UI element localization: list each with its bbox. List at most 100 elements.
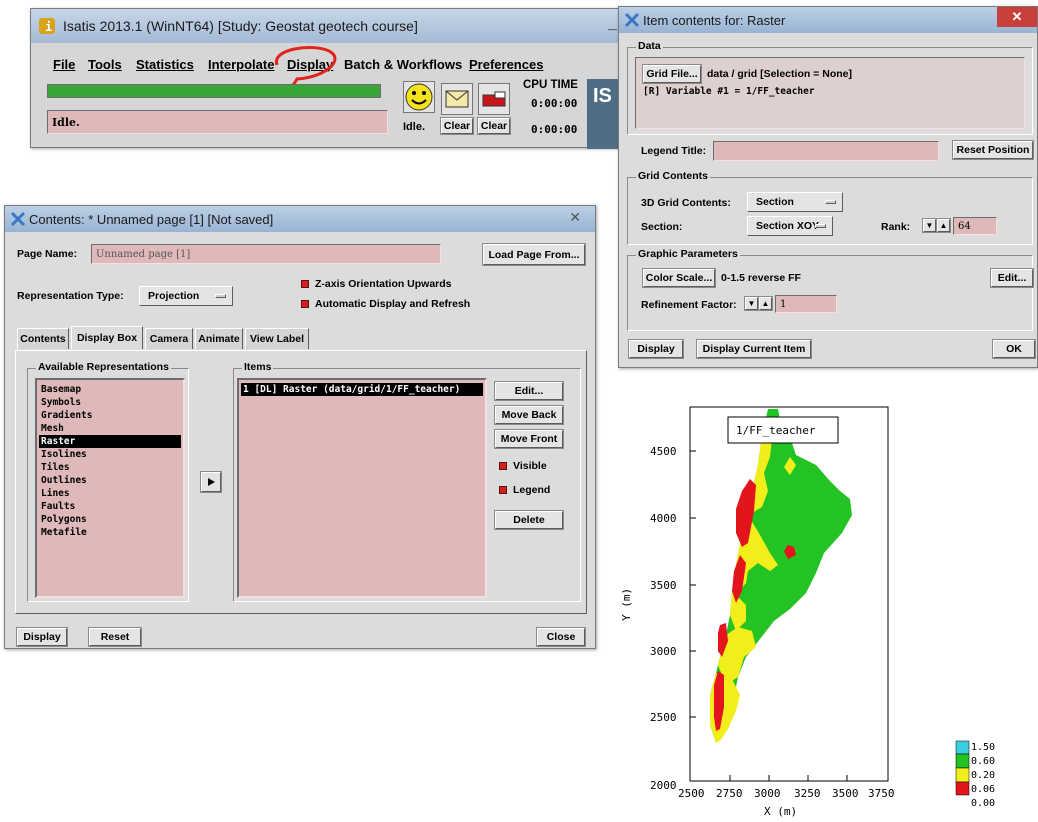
x-tick-label: 3000 (754, 787, 781, 800)
grid-file-text: data / grid [Selection = None] (707, 68, 852, 80)
rank-label: Rank: (881, 221, 911, 233)
item-window-titlebar[interactable]: Item contents for: Raster ✕ (619, 7, 1037, 33)
menu-interpolate[interactable]: Interpolate (208, 57, 274, 72)
legend-swatch-cyan (955, 740, 970, 755)
list-item[interactable]: Tiles (39, 461, 181, 474)
refinement-up-button[interactable]: ▲ (758, 296, 773, 311)
add-item-arrow-button[interactable] (200, 471, 222, 493)
list-item[interactable]: Symbols (39, 396, 181, 409)
y-tick-label: 4500 (650, 445, 677, 458)
legend-swatch-red (955, 781, 970, 796)
delete-item-button[interactable]: Delete (494, 510, 564, 530)
item-close-button[interactable]: ✕ (997, 7, 1037, 27)
menu-preferences[interactable]: Preferences (469, 57, 543, 72)
load-page-button[interactable]: Load Page From... (482, 243, 586, 266)
move-front-button[interactable]: Move Front (494, 429, 564, 449)
x-tick-label: 3250 (794, 787, 821, 800)
list-item[interactable]: Metafile (39, 526, 181, 539)
raster-map-svg: 1/FF_teacher 4500 4000 3500 3000 2500 20… (620, 406, 995, 818)
legend-title-label: Legend Title: (641, 145, 707, 157)
auto-display-checkbox[interactable]: Automatic Display and Refresh (301, 298, 470, 310)
x-axis-label: X (m) (764, 805, 797, 818)
tab-view-label[interactable]: View Label (245, 328, 309, 349)
list-item[interactable]: Outlines (39, 474, 181, 487)
menu-tools[interactable]: Tools (88, 57, 122, 72)
contents-window: Contents: * Unnamed page [1] [Not saved]… (4, 205, 596, 649)
contents-window-titlebar[interactable]: Contents: * Unnamed page [1] [Not saved]… (5, 206, 595, 232)
close-button[interactable]: Close (536, 627, 586, 647)
list-item-selected[interactable]: 1 [DL] Raster (data/grid/1/FF_teacher) (241, 383, 483, 396)
contents-close-icon[interactable]: ✕ (569, 209, 581, 226)
cpu-time-value-2: 0:00:00 (531, 123, 578, 136)
color-scale-button[interactable]: Color Scale... (642, 268, 716, 288)
section-select[interactable]: Section XOY (747, 216, 833, 236)
section-label: Section: (641, 221, 683, 233)
refinement-factor-label: Refinement Factor: (641, 299, 737, 311)
page-name-label: Page Name: (17, 248, 78, 260)
clear-cpu-button[interactable]: Clear (477, 117, 511, 135)
visible-checkbox[interactable]: Visible (499, 460, 547, 472)
grid-file-button[interactable]: Grid File... (642, 64, 702, 84)
grid3d-select[interactable]: Section (747, 192, 843, 212)
x-tick-label: 2750 (716, 787, 743, 800)
item-display-button[interactable]: Display (628, 339, 684, 359)
erase-icon[interactable] (478, 83, 510, 115)
list-item[interactable]: Polygons (39, 513, 181, 526)
grid3d-label: 3D Grid Contents: (641, 197, 731, 209)
mail-icon[interactable] (441, 83, 473, 115)
representation-type-select[interactable]: Projection (139, 286, 233, 306)
minimize-button[interactable]: _ (608, 15, 617, 33)
list-item[interactable]: Basemap (39, 383, 181, 396)
y-tick-label: 4000 (650, 512, 677, 525)
map-title: 1/FF_teacher (736, 424, 816, 437)
legend-swatch-green (955, 753, 970, 769)
reset-position-button[interactable]: Reset Position (952, 140, 1034, 160)
tab-contents[interactable]: Contents (17, 328, 69, 349)
ok-button[interactable]: OK (992, 339, 1036, 359)
legend-checkbox[interactable]: Legend (499, 484, 550, 496)
color-scale-text: 0-1.5 reverse FF (721, 272, 801, 284)
clear-messages-button[interactable]: Clear (440, 117, 474, 135)
move-back-button[interactable]: Move Back (494, 405, 564, 425)
tab-animate[interactable]: Animate (195, 328, 243, 349)
color-scale-edit-button[interactable]: Edit... (990, 268, 1034, 288)
reset-button[interactable]: Reset (88, 627, 142, 647)
rank-down-button[interactable]: ▼ (922, 218, 937, 233)
refinement-down-button[interactable]: ▼ (744, 296, 759, 311)
legend-title-input[interactable] (713, 141, 939, 161)
main-window-titlebar[interactable]: i Isatis 2013.1 (WinNT64) [Study: Geosta… (31, 9, 627, 43)
menu-batch-workflows[interactable]: Batch & Workflows (344, 57, 462, 72)
refinement-factor-input[interactable]: 1 (775, 295, 837, 313)
isatis-x-icon (624, 12, 640, 28)
progress-bar (47, 84, 381, 98)
tab-camera[interactable]: Camera (145, 328, 193, 349)
page-name-input[interactable]: Unnamed page [1] (91, 244, 441, 264)
list-item[interactable]: Isolines (39, 448, 181, 461)
list-item-selected[interactable]: Raster (39, 435, 181, 448)
available-representations-list[interactable]: Basemap Symbols Gradients Mesh Raster Is… (35, 378, 185, 598)
list-item[interactable]: Lines (39, 487, 181, 500)
legend-swatch-yellow (955, 767, 970, 783)
menu-statistics[interactable]: Statistics (136, 57, 194, 72)
items-list[interactable]: 1 [DL] Raster (data/grid/1/FF_teacher) (237, 378, 487, 598)
menu-file[interactable]: File (53, 57, 75, 72)
list-item[interactable]: Faults (39, 500, 181, 513)
graphic-parameters-group: Graphic Parameters (627, 248, 1033, 331)
y-tick-label: 3000 (650, 645, 677, 658)
display-current-item-button[interactable]: Display Current Item (696, 339, 812, 359)
list-item[interactable]: Mesh (39, 422, 181, 435)
rank-up-button[interactable]: ▲ (936, 218, 951, 233)
z-axis-checkbox[interactable]: Z-axis Orientation Upwards (301, 278, 452, 290)
edit-item-button[interactable]: Edit... (494, 381, 564, 401)
y-tick-label: 2000 (650, 779, 677, 792)
tab-display-box[interactable]: Display Box (71, 326, 143, 349)
idle-label: Idle. (403, 121, 426, 133)
list-item[interactable]: Gradients (39, 409, 181, 422)
display-button[interactable]: Display (16, 627, 68, 647)
x-tick-label: 3500 (832, 787, 859, 800)
rank-input[interactable]: 64 (953, 217, 997, 235)
legend-label: 0.20 (971, 770, 995, 781)
arrow-right-icon (208, 478, 215, 486)
representation-type-label: Representation Type: (17, 290, 124, 302)
cpu-time-label: CPU TIME (523, 79, 578, 91)
